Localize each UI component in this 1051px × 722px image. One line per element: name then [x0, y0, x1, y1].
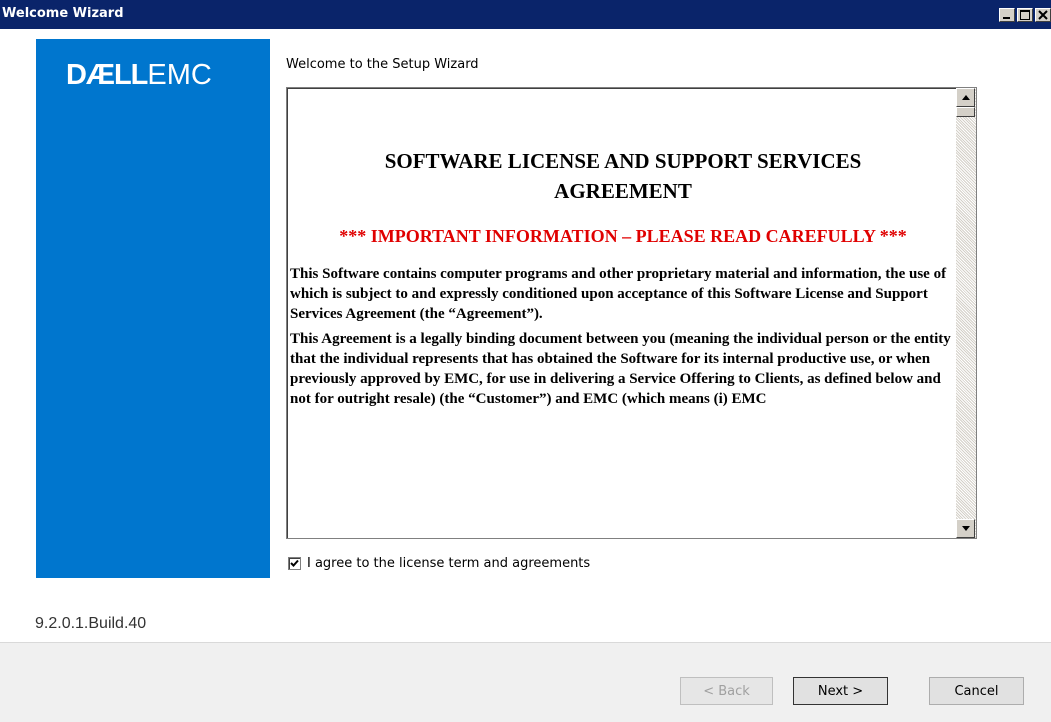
arrow-up-icon — [962, 95, 970, 100]
agree-option[interactable]: I agree to the license term and agreemen… — [288, 556, 590, 571]
button-bar: < Back Next > Cancel — [0, 642, 1051, 722]
back-button[interactable]: < Back — [680, 677, 773, 705]
scroll-up-button[interactable] — [956, 88, 975, 107]
close-button[interactable] — [1035, 8, 1051, 22]
close-icon — [1038, 10, 1048, 20]
agree-checkbox[interactable] — [288, 557, 301, 570]
logo-emc-text: EMC — [147, 59, 212, 91]
agree-label[interactable]: I agree to the license term and agreemen… — [307, 556, 590, 571]
license-paragraph: This Agreement is a legally binding docu… — [290, 331, 951, 407]
license-content: SOFTWARE LICENSE AND SUPPORT SERVICES AG… — [290, 88, 956, 538]
license-paragraph: This Software contains computer programs… — [290, 266, 947, 322]
cancel-button[interactable]: Cancel — [929, 677, 1024, 705]
maximize-button[interactable] — [1017, 8, 1033, 22]
window-controls — [997, 8, 1051, 22]
scroll-down-button[interactable] — [956, 519, 975, 538]
next-button[interactable]: Next > — [793, 677, 888, 705]
minimize-button[interactable] — [999, 8, 1015, 22]
vertical-scrollbar[interactable] — [956, 88, 976, 538]
logo-dell-text: DÆLL — [66, 59, 148, 91]
scroll-thumb[interactable] — [956, 107, 975, 117]
arrow-down-icon — [962, 526, 970, 531]
license-text-box[interactable]: SOFTWARE LICENSE AND SUPPORT SERVICES AG… — [286, 87, 977, 539]
license-important-notice: *** IMPORTANT INFORMATION – PLEASE READ … — [339, 226, 907, 246]
wizard-heading: Welcome to the Setup Wizard — [286, 57, 479, 72]
title-bar: Welcome Wizard — [0, 0, 1051, 29]
checkmark-icon — [290, 559, 299, 567]
version-label: 9.2.0.1.Build.40 — [35, 615, 147, 632]
brand-panel: DÆLLEMC — [36, 39, 270, 578]
dell-emc-logo: DÆLLEMC — [66, 59, 212, 92]
license-title: SOFTWARE LICENSE AND SUPPORT SERVICES AG… — [384, 149, 862, 203]
window-title: Welcome Wizard — [2, 6, 124, 21]
